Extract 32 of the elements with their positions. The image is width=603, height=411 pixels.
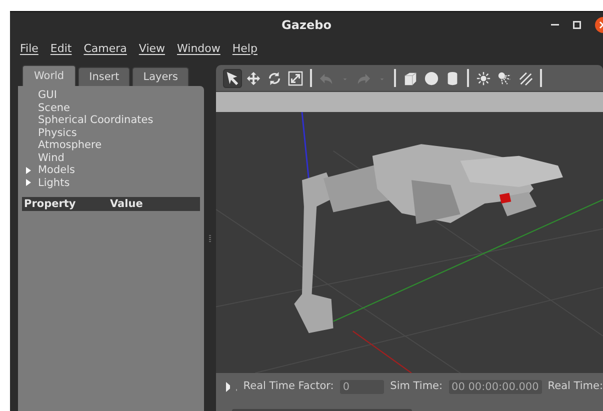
tree-item[interactable]: Atmosphere: [38, 139, 200, 152]
column-header: Value: [110, 198, 144, 210]
tree-item[interactable]: GUI: [38, 89, 200, 102]
minimize-icon[interactable]: [551, 24, 559, 26]
real-time-factor-label: Real Time Factor:: [243, 380, 334, 392]
panel-tab[interactable]: Insert: [78, 67, 130, 86]
tree-item[interactable]: Wind: [38, 152, 200, 164]
menu-item[interactable]: Window: [177, 42, 220, 54]
panel-tab[interactable]: World: [22, 65, 76, 86]
real-time-factor-field: 0: [340, 380, 384, 394]
tree-item[interactable]: Lights: [38, 176, 70, 189]
tree-item[interactable]: Models: [38, 164, 75, 176]
menu-item[interactable]: File: [20, 42, 38, 54]
real-time-label: Real Time:: [548, 380, 603, 392]
play-icon[interactable]: [226, 382, 230, 392]
window-title: Gazebo: [282, 18, 332, 32]
sim-time-label: Sim Time:: [390, 380, 443, 392]
panel-tab[interactable]: Layers: [132, 67, 189, 86]
menu-item[interactable]: Edit: [50, 42, 72, 54]
expand-arrow-icon[interactable]: [26, 179, 31, 186]
tree-item[interactable]: Spherical Coordinates: [38, 114, 200, 126]
menu-item[interactable]: Help: [232, 42, 258, 54]
menu-item[interactable]: View: [138, 42, 166, 54]
column-header: Property: [24, 198, 77, 210]
pointer-icon[interactable]: [223, 68, 242, 88]
scale-icon[interactable]: [286, 68, 305, 88]
sim-time-field: 00 00:00:00.000: [448, 380, 542, 394]
menu-item[interactable]: Camera: [84, 42, 127, 54]
maximize-icon[interactable]: [573, 21, 581, 29]
expand-arrow-icon[interactable]: [26, 166, 31, 174]
tree-item[interactable]: Physics: [38, 126, 200, 139]
tree-item[interactable]: Scene: [38, 102, 200, 114]
